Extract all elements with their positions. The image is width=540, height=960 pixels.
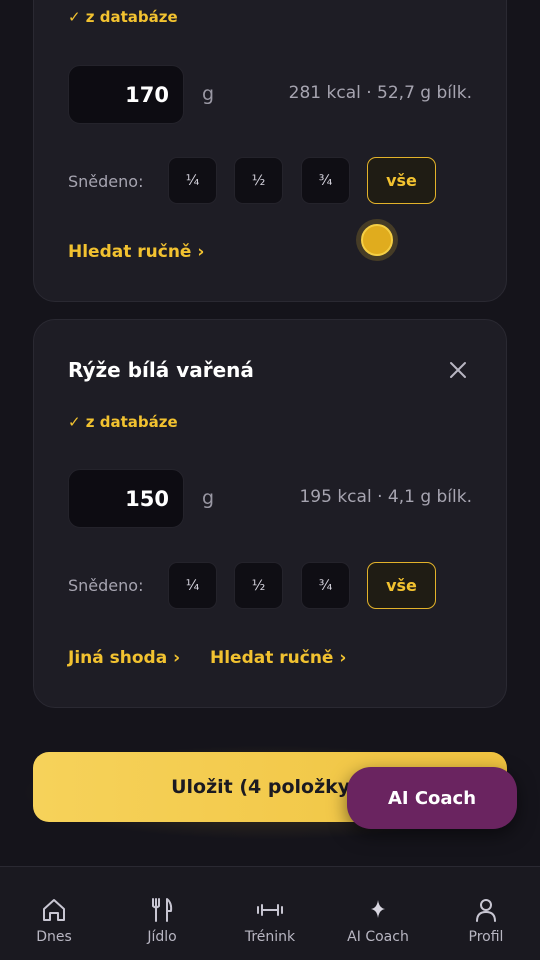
nav-item-dnes[interactable]: Dnes	[4, 867, 104, 960]
portion-three-quarters-button[interactable]: ¾	[301, 562, 350, 609]
portion-half-button[interactable]: ½	[234, 157, 283, 204]
sparkle-icon	[371, 900, 385, 918]
nav-label: Trénink	[244, 929, 296, 945]
food-item-card: Rýže bílá vařená ✓ z databáze 150 g 195 …	[33, 319, 507, 708]
search-manually-link[interactable]: Hledat ručně ›	[68, 242, 204, 262]
bottom-navigation: Dnes Jídlo Trénink AI Coach Profil	[0, 866, 540, 960]
nav-item-jidlo[interactable]: Jídlo	[112, 867, 212, 960]
portion-quarter-button[interactable]: ¼	[168, 157, 217, 204]
database-source-tag: ✓ z databáze	[68, 8, 178, 26]
search-manually-link[interactable]: Hledat ručně ›	[210, 648, 346, 668]
unit-label: g	[202, 487, 215, 509]
touch-indicator	[356, 219, 398, 261]
close-icon[interactable]	[448, 360, 468, 380]
home-icon	[43, 899, 65, 921]
eaten-label: Snědeno:	[68, 576, 144, 595]
food-item-title: Rýže bílá vařená	[68, 358, 254, 382]
portion-quarter-button[interactable]: ¼	[168, 562, 217, 609]
nav-label: Profil	[468, 929, 504, 945]
nav-item-trenink[interactable]: Trénink	[220, 867, 320, 960]
unit-label: g	[202, 83, 215, 105]
ai-coach-floating-button[interactable]: AI Coach	[347, 767, 517, 829]
food-item-card: ✓ z databáze 170 g 281 kcal · 52,7 g bíl…	[33, 0, 507, 302]
nav-label: AI Coach	[347, 929, 409, 945]
nav-label: Jídlo	[147, 929, 177, 945]
fork-knife-icon	[152, 898, 173, 922]
database-source-tag: ✓ z databáze	[68, 413, 178, 431]
portion-half-button[interactable]: ½	[234, 562, 283, 609]
nutrition-summary: 281 kcal · 52,7 g bílk.	[288, 83, 472, 103]
nutrition-summary: 195 kcal · 4,1 g bílk.	[299, 487, 472, 507]
dumbbell-icon	[257, 904, 283, 916]
person-icon	[476, 899, 496, 922]
quantity-input[interactable]: 150	[68, 469, 184, 528]
eaten-label: Snědeno:	[68, 172, 144, 191]
other-match-link[interactable]: Jiná shoda ›	[68, 648, 180, 668]
nav-item-ai-coach[interactable]: AI Coach	[328, 867, 428, 960]
quantity-input[interactable]: 170	[68, 65, 184, 124]
portion-three-quarters-button[interactable]: ¾	[301, 157, 350, 204]
portion-all-button[interactable]: vše	[367, 157, 436, 204]
portion-all-button[interactable]: vše	[367, 562, 436, 609]
nav-item-profil[interactable]: Profil	[436, 867, 536, 960]
nav-label: Dnes	[36, 929, 72, 945]
